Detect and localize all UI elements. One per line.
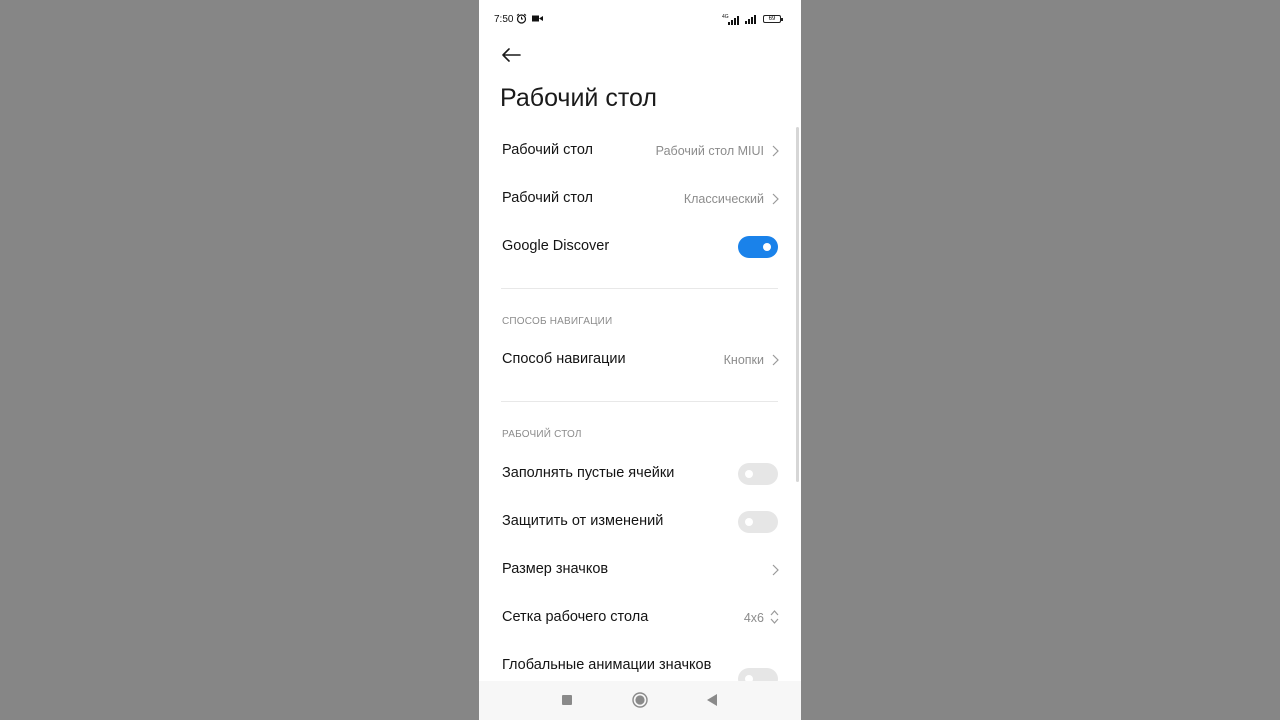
setting-label: Заполнять пустые ячейки	[502, 465, 675, 481]
setting-desktop-grid[interactable]: Сетка рабочего стола 4x6	[479, 594, 801, 642]
toggle-knob	[745, 518, 753, 526]
setting-lock-layout[interactable]: Защитить от изменений	[479, 498, 801, 546]
google-discover-toggle[interactable]	[738, 236, 778, 258]
toggle-knob	[745, 470, 753, 478]
phone-screen: 7:50 4G 69 Рабочий стол Рабочий стол Раб…	[479, 0, 801, 720]
setting-value: Классический	[683, 192, 764, 206]
divider	[501, 401, 778, 402]
fill-empty-cells-toggle[interactable]	[738, 463, 778, 485]
setting-label: Google Discover	[502, 238, 610, 254]
setting-fill-empty-cells[interactable]: Заполнять пустые ячейки	[479, 450, 801, 498]
chevron-up-down-icon	[770, 610, 779, 624]
status-time: 7:50	[494, 14, 514, 25]
page-title: Рабочий стол	[500, 84, 657, 112]
setting-google-discover[interactable]: Google Discover	[479, 223, 801, 271]
setting-desktop-style[interactable]: Рабочий стол Классический	[479, 175, 801, 223]
status-bar: 7:50 4G 69	[479, 0, 801, 38]
recent-apps-icon[interactable]	[562, 695, 572, 705]
video-camera-icon	[532, 15, 543, 22]
chevron-right-icon	[772, 145, 779, 157]
battery-icon: 69	[763, 15, 783, 23]
signal-4g-icon: 4G	[722, 14, 739, 25]
setting-label: Глобальные анимации значков	[502, 657, 712, 673]
setting-label: Сетка рабочего стола	[502, 609, 649, 625]
setting-value: Кнопки	[723, 353, 764, 367]
setting-navigation-method[interactable]: Способ навигации Кнопки	[479, 336, 801, 384]
system-nav-bar	[479, 681, 801, 720]
setting-label: Рабочий стол	[502, 142, 594, 158]
setting-label: Рабочий стол	[502, 190, 594, 206]
setting-label: Защитить от изменений	[502, 513, 664, 529]
setting-label: Способ навигации	[502, 351, 626, 367]
setting-desktop-mode[interactable]: Рабочий стол Рабочий стол MIUI	[479, 127, 801, 175]
setting-label: Размер значков	[502, 561, 609, 577]
signal-icon	[745, 15, 756, 24]
setting-value: 4x6	[743, 611, 764, 625]
section-header-desktop: РАБОЧИЙ СТОЛ	[502, 429, 582, 440]
back-triangle-icon[interactable]	[707, 694, 718, 706]
dimmed-background-right	[801, 0, 1280, 720]
toggle-knob	[763, 243, 771, 251]
chevron-right-icon	[772, 564, 779, 576]
lock-layout-toggle[interactable]	[738, 511, 778, 533]
section-header-navigation: СПОСОБ НАВИГАЦИИ	[502, 316, 613, 327]
arrow-left-icon[interactable]	[497, 42, 525, 68]
alarm-icon	[516, 13, 527, 24]
home-icon[interactable]	[632, 692, 648, 708]
setting-value: Рабочий стол MIUI	[655, 144, 764, 158]
divider	[501, 288, 778, 289]
chevron-right-icon	[772, 193, 779, 205]
svg-text:4G: 4G	[722, 14, 729, 20]
setting-icon-size[interactable]: Размер значков	[479, 546, 801, 594]
dimmed-background-left	[0, 0, 479, 720]
chevron-right-icon	[772, 354, 779, 366]
